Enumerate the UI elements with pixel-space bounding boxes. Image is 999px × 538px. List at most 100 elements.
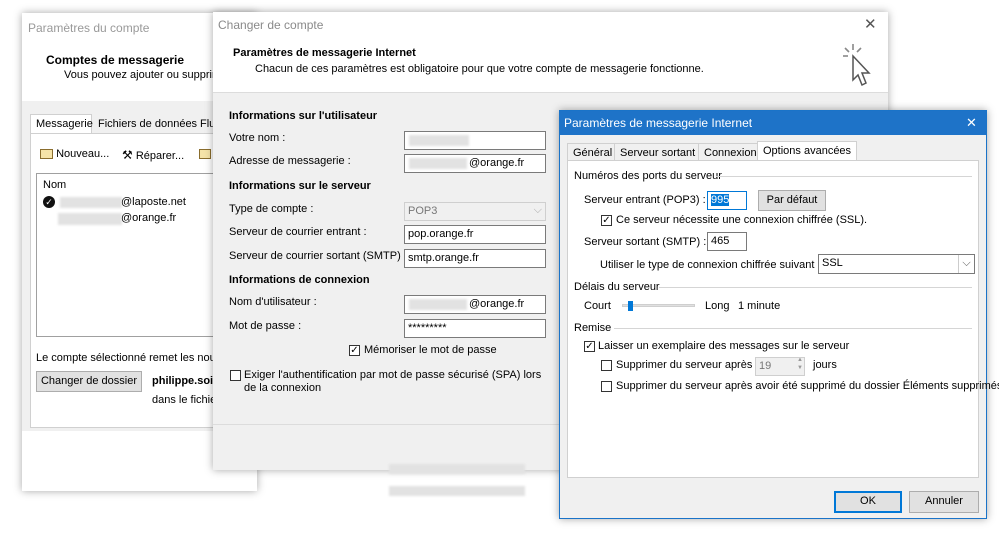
account-orange[interactable]: @orange.fr (121, 212, 176, 224)
tools-icon: ⚒ (122, 148, 133, 162)
encryption-type-value: SSL (822, 257, 843, 269)
tab-general[interactable]: Général (567, 143, 619, 161)
ssl-required-label: Ce serveur nécessite une connexion chiff… (616, 214, 868, 226)
cancel-button[interactable]: Annuler (909, 491, 979, 513)
account-name-blurred (60, 197, 122, 208)
tab-general-label: Général (573, 147, 613, 159)
delete-when-removed-checkbox[interactable] (601, 381, 612, 392)
timeout-long-label: Long (705, 300, 730, 312)
spa-checkbox[interactable] (230, 370, 241, 381)
encryption-type-select[interactable]: SSL ⌵ (818, 254, 975, 274)
password-label: Mot de passe : (229, 320, 302, 332)
your-name-label: Votre nom : (229, 132, 286, 144)
tab-connection[interactable]: Connexion (698, 143, 763, 161)
tab-data-files[interactable]: Fichiers de données (98, 118, 197, 130)
encryption-type-label: Utiliser le type de connexion chiffrée s… (600, 259, 821, 271)
outgoing-server-field[interactable]: smtp.orange.fr (404, 249, 546, 268)
tab-data-files-label: Fichiers de données (98, 118, 198, 130)
password-value: ********* (408, 322, 447, 334)
account-type-value: POP3 (408, 205, 438, 217)
delete-after-label: Supprimer du serveur après (616, 359, 753, 371)
days-label: jours (813, 359, 837, 371)
your-name-field[interactable] (404, 131, 546, 150)
outgoing-port-label: Serveur sortant (SMTP) : (584, 236, 707, 248)
your-name-blurred (409, 135, 469, 146)
ok-label: OK (860, 495, 876, 507)
ssl-required-checkbox[interactable]: ✓ (601, 215, 612, 226)
spa-label-line1: Exiger l'authentification par mot de pas… (244, 369, 542, 381)
stepper-down-icon[interactable]: ▼ (797, 365, 803, 371)
default-ports-button[interactable]: Par défaut (758, 190, 826, 211)
stepper-up-icon[interactable]: ▲ (797, 358, 803, 363)
spa-label-line2: de la connexion (244, 382, 322, 394)
change-account-icon[interactable] (199, 149, 211, 159)
internet-email-settings-dialog: Paramètres de messagerie Internet ✕ Géné… (559, 110, 999, 519)
incoming-server-value: pop.orange.fr (408, 228, 474, 240)
incoming-server-field[interactable]: pop.orange.fr (404, 225, 546, 244)
delete-when-removed-label: Supprimer du serveur après avoir été sup… (616, 380, 999, 392)
change-folder-label: Changer de dossier (40, 375, 137, 387)
incoming-port-field[interactable]: 995 (707, 191, 747, 210)
delete-after-checkbox[interactable] (601, 360, 612, 371)
change-account-title: Changer de compte (218, 18, 324, 32)
timeout-value: 1 minute (738, 300, 781, 312)
password-field[interactable]: ********* (404, 319, 546, 338)
account-laposte[interactable]: @laposte.net (121, 196, 186, 208)
tab-outgoing-server[interactable]: Serveur sortant (614, 143, 702, 161)
change-account-close-icon[interactable]: ✕ (864, 15, 877, 33)
username-label: Nom d'utilisateur : (229, 296, 317, 308)
outgoing-port-field[interactable]: 465 (707, 232, 747, 251)
tab-messagerie-label: Messagerie (36, 118, 93, 130)
new-mail-icon (40, 149, 53, 160)
username-blurred (409, 299, 467, 310)
email-local-blurred (409, 158, 467, 169)
login-info-section: Informations de connexion (229, 274, 370, 286)
server-timeout-section: Délais du serveur (574, 281, 660, 293)
footer-button-blurred-1 (389, 464, 525, 474)
leave-copy-checkbox[interactable]: ✓ (584, 341, 595, 352)
account-type-chevron-down-icon: ⌵ (533, 204, 542, 216)
username-field[interactable]: @orange.fr (404, 295, 546, 314)
ok-button[interactable]: OK (834, 491, 902, 513)
repair-account-label: Réparer... (135, 150, 185, 162)
default-account-check-icon: ✓ (43, 196, 55, 208)
outgoing-server-value: smtp.orange.fr (408, 252, 479, 264)
incoming-port-label: Serveur entrant (POP3) : (584, 194, 706, 206)
tab-advanced-options[interactable]: Options avancées (757, 141, 858, 161)
email-address-field[interactable]: @orange.fr (404, 154, 546, 173)
incoming-server-label: Serveur de courrier entrant : (229, 226, 367, 238)
internet-settings-subheading: Chacun de ces paramètres est obligatoire… (255, 63, 704, 75)
cancel-label: Annuler (925, 495, 963, 507)
email-accounts-heading: Comptes de messagerie (46, 53, 185, 67)
data-file-note: dans le fichier (152, 394, 220, 406)
change-folder-button[interactable]: Changer de dossier (36, 371, 142, 392)
delete-days-stepper[interactable]: 19 ▲ ▼ (755, 357, 805, 376)
selected-account-note: Le compte sélectionné remet les nouve (36, 352, 228, 364)
encryption-chevron-down-icon[interactable]: ⌵ (958, 255, 974, 273)
remember-password-checkbox[interactable]: ✓ (349, 345, 360, 356)
internet-settings-heading: Paramètres de messagerie Internet (233, 47, 416, 59)
timeout-slider[interactable] (622, 301, 695, 311)
account-type-select[interactable]: POP3 ⌵ (404, 202, 546, 221)
server-info-section: Informations sur le serveur (229, 180, 371, 192)
account-name-blurred-2 (58, 213, 122, 225)
username-domain-text: @orange.fr (469, 298, 525, 310)
delivery-separator (614, 328, 972, 329)
cursor-click-icon (841, 42, 873, 88)
tab-messagerie[interactable]: Messagerie (30, 114, 93, 134)
dialog-close-icon[interactable]: ✕ (966, 115, 977, 131)
email-domain-text: @orange.fr (469, 157, 525, 169)
timeout-short-label: Court (584, 300, 611, 312)
account-type-label: Type de compte : (229, 203, 314, 215)
email-accounts-subheading: Vous pouvez ajouter ou supprimer (64, 69, 231, 81)
repair-account-button[interactable]: ⚒ Réparer... (122, 148, 184, 162)
new-account-button[interactable]: Nouveau... (40, 148, 109, 160)
dialog-title: Paramètres de messagerie Internet (564, 116, 753, 130)
footer-button-blurred-2 (389, 486, 525, 496)
timeout-separator (659, 287, 972, 288)
timeout-slider-thumb[interactable] (628, 301, 633, 311)
tab-outgoing-server-label: Serveur sortant (620, 147, 696, 159)
server-ports-section: Numéros des ports du serveur (574, 170, 722, 182)
incoming-port-value: 995 (711, 194, 730, 206)
user-folder-name: philippe.soi (152, 375, 214, 387)
